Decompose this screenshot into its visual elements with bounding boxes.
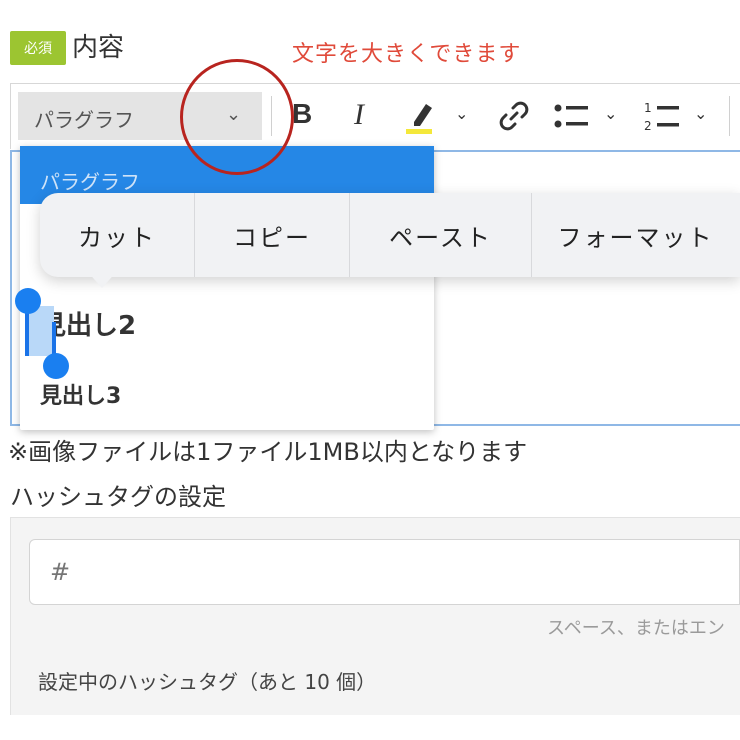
bulleted-list-icon[interactable] — [552, 100, 592, 132]
bold-button[interactable]: B — [292, 98, 312, 130]
chevron-down-icon[interactable]: ⌄ — [694, 104, 707, 123]
hashtag-remaining-count: 設定中のハッシュタグ（あと 10 個） — [38, 670, 377, 694]
selection-caret — [25, 308, 29, 356]
toolbar-divider — [729, 96, 730, 136]
annotation-text: 文字を大きくできます — [292, 42, 522, 67]
selection-end-handle[interactable] — [43, 353, 69, 379]
dropdown-item-heading3[interactable]: 見出し3 — [40, 378, 121, 410]
selection-start-handle[interactable] — [15, 288, 41, 314]
field-title: 内容 — [72, 33, 125, 63]
hashtag-section-title: ハッシュタグの設定 — [10, 483, 226, 511]
highlight-icon[interactable] — [404, 96, 444, 136]
hashtag-input[interactable] — [29, 539, 740, 605]
chevron-down-icon[interactable]: ⌄ — [604, 104, 617, 123]
heading-select-value: パラグラフ — [34, 108, 134, 132]
copy-menu-item[interactable]: コピー — [195, 193, 349, 277]
link-icon[interactable] — [496, 98, 532, 134]
svg-text:1: 1 — [644, 101, 652, 115]
cut-menu-item[interactable]: カット — [40, 193, 194, 277]
format-menu-item[interactable]: フォーマット — [532, 193, 739, 277]
text-selection — [28, 306, 54, 356]
annotation-circle — [180, 59, 294, 175]
numbered-list-icon[interactable]: 1 2 — [642, 99, 684, 133]
context-menu-pointer — [86, 270, 118, 288]
italic-button[interactable]: I — [354, 98, 364, 132]
hashtag-hint: スペース、またはエン — [547, 618, 725, 639]
image-limit-note: ※画像ファイルは1ファイル1MB以内となります — [8, 438, 528, 466]
paste-menu-item[interactable]: ペースト — [350, 193, 531, 277]
svg-text:2: 2 — [644, 119, 652, 133]
required-badge: 必須 — [10, 31, 66, 65]
context-menu: カット コピー ペースト フォーマット — [40, 193, 740, 277]
chevron-down-icon[interactable]: ⌄ — [455, 104, 468, 123]
